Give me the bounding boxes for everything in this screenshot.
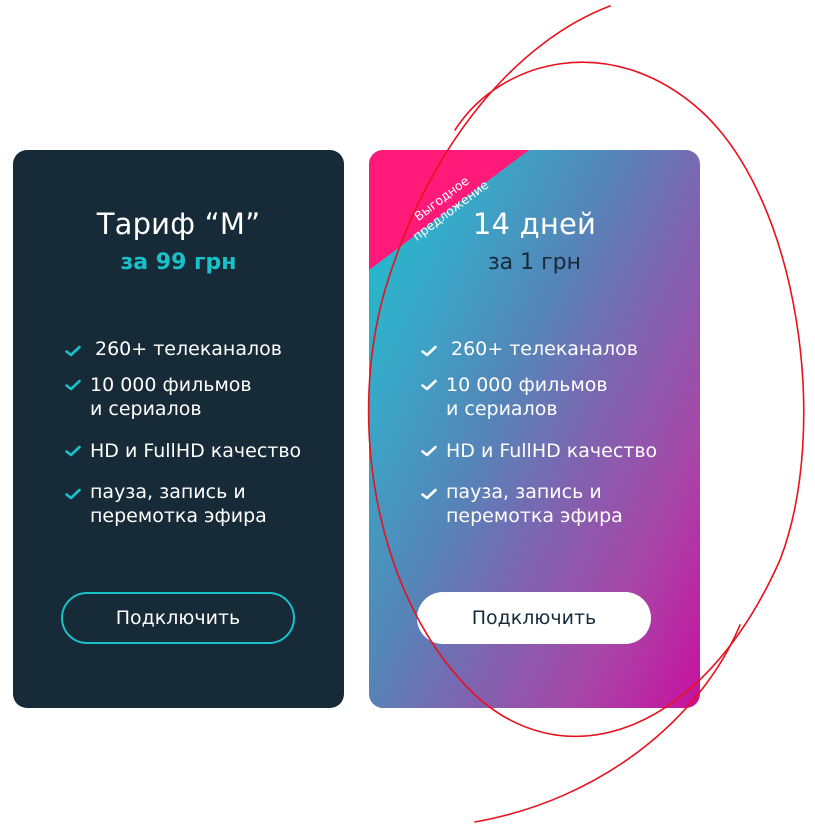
feature-text: пауза, запись и перемотка эфира [90,481,267,527]
feature-text: 10 000 фильмов и сериалов [90,374,252,420]
check-icon [421,445,437,457]
connect-button[interactable]: Подключить [417,592,651,644]
feature-text: 260+ телеканалов [95,338,282,360]
check-icon [65,345,81,357]
feature-text: 260+ телеканалов [451,338,638,360]
check-icon [65,445,81,457]
card-title: 14 дней [472,207,597,241]
feature-text: 10 000 фильмов и сериалов [446,374,608,420]
feature-text: HD и FullHD качество [446,440,658,462]
connect-button[interactable]: Подключить [61,592,295,644]
check-icon [65,488,81,500]
tariff-card-m: Тариф “M” за 99 грн 260+ телеканалов 10 … [13,150,344,708]
check-icon [421,488,437,500]
check-icon [421,345,437,357]
card-title: Тариф “M” [96,207,261,241]
pricing-page: Тариф “M” за 99 грн 260+ телеканалов 10 … [0,0,815,830]
card-price: за 1 грн [487,250,582,275]
feature-text: пауза, запись и перемотка эфира [446,481,623,527]
check-icon [421,379,437,391]
check-icon [65,379,81,391]
promo-card-14-days: Выгодное предложение 14 дней за 1 грн 26… [369,150,700,708]
card-price: за 99 грн [120,250,237,275]
feature-text: HD и FullHD качество [90,440,302,462]
